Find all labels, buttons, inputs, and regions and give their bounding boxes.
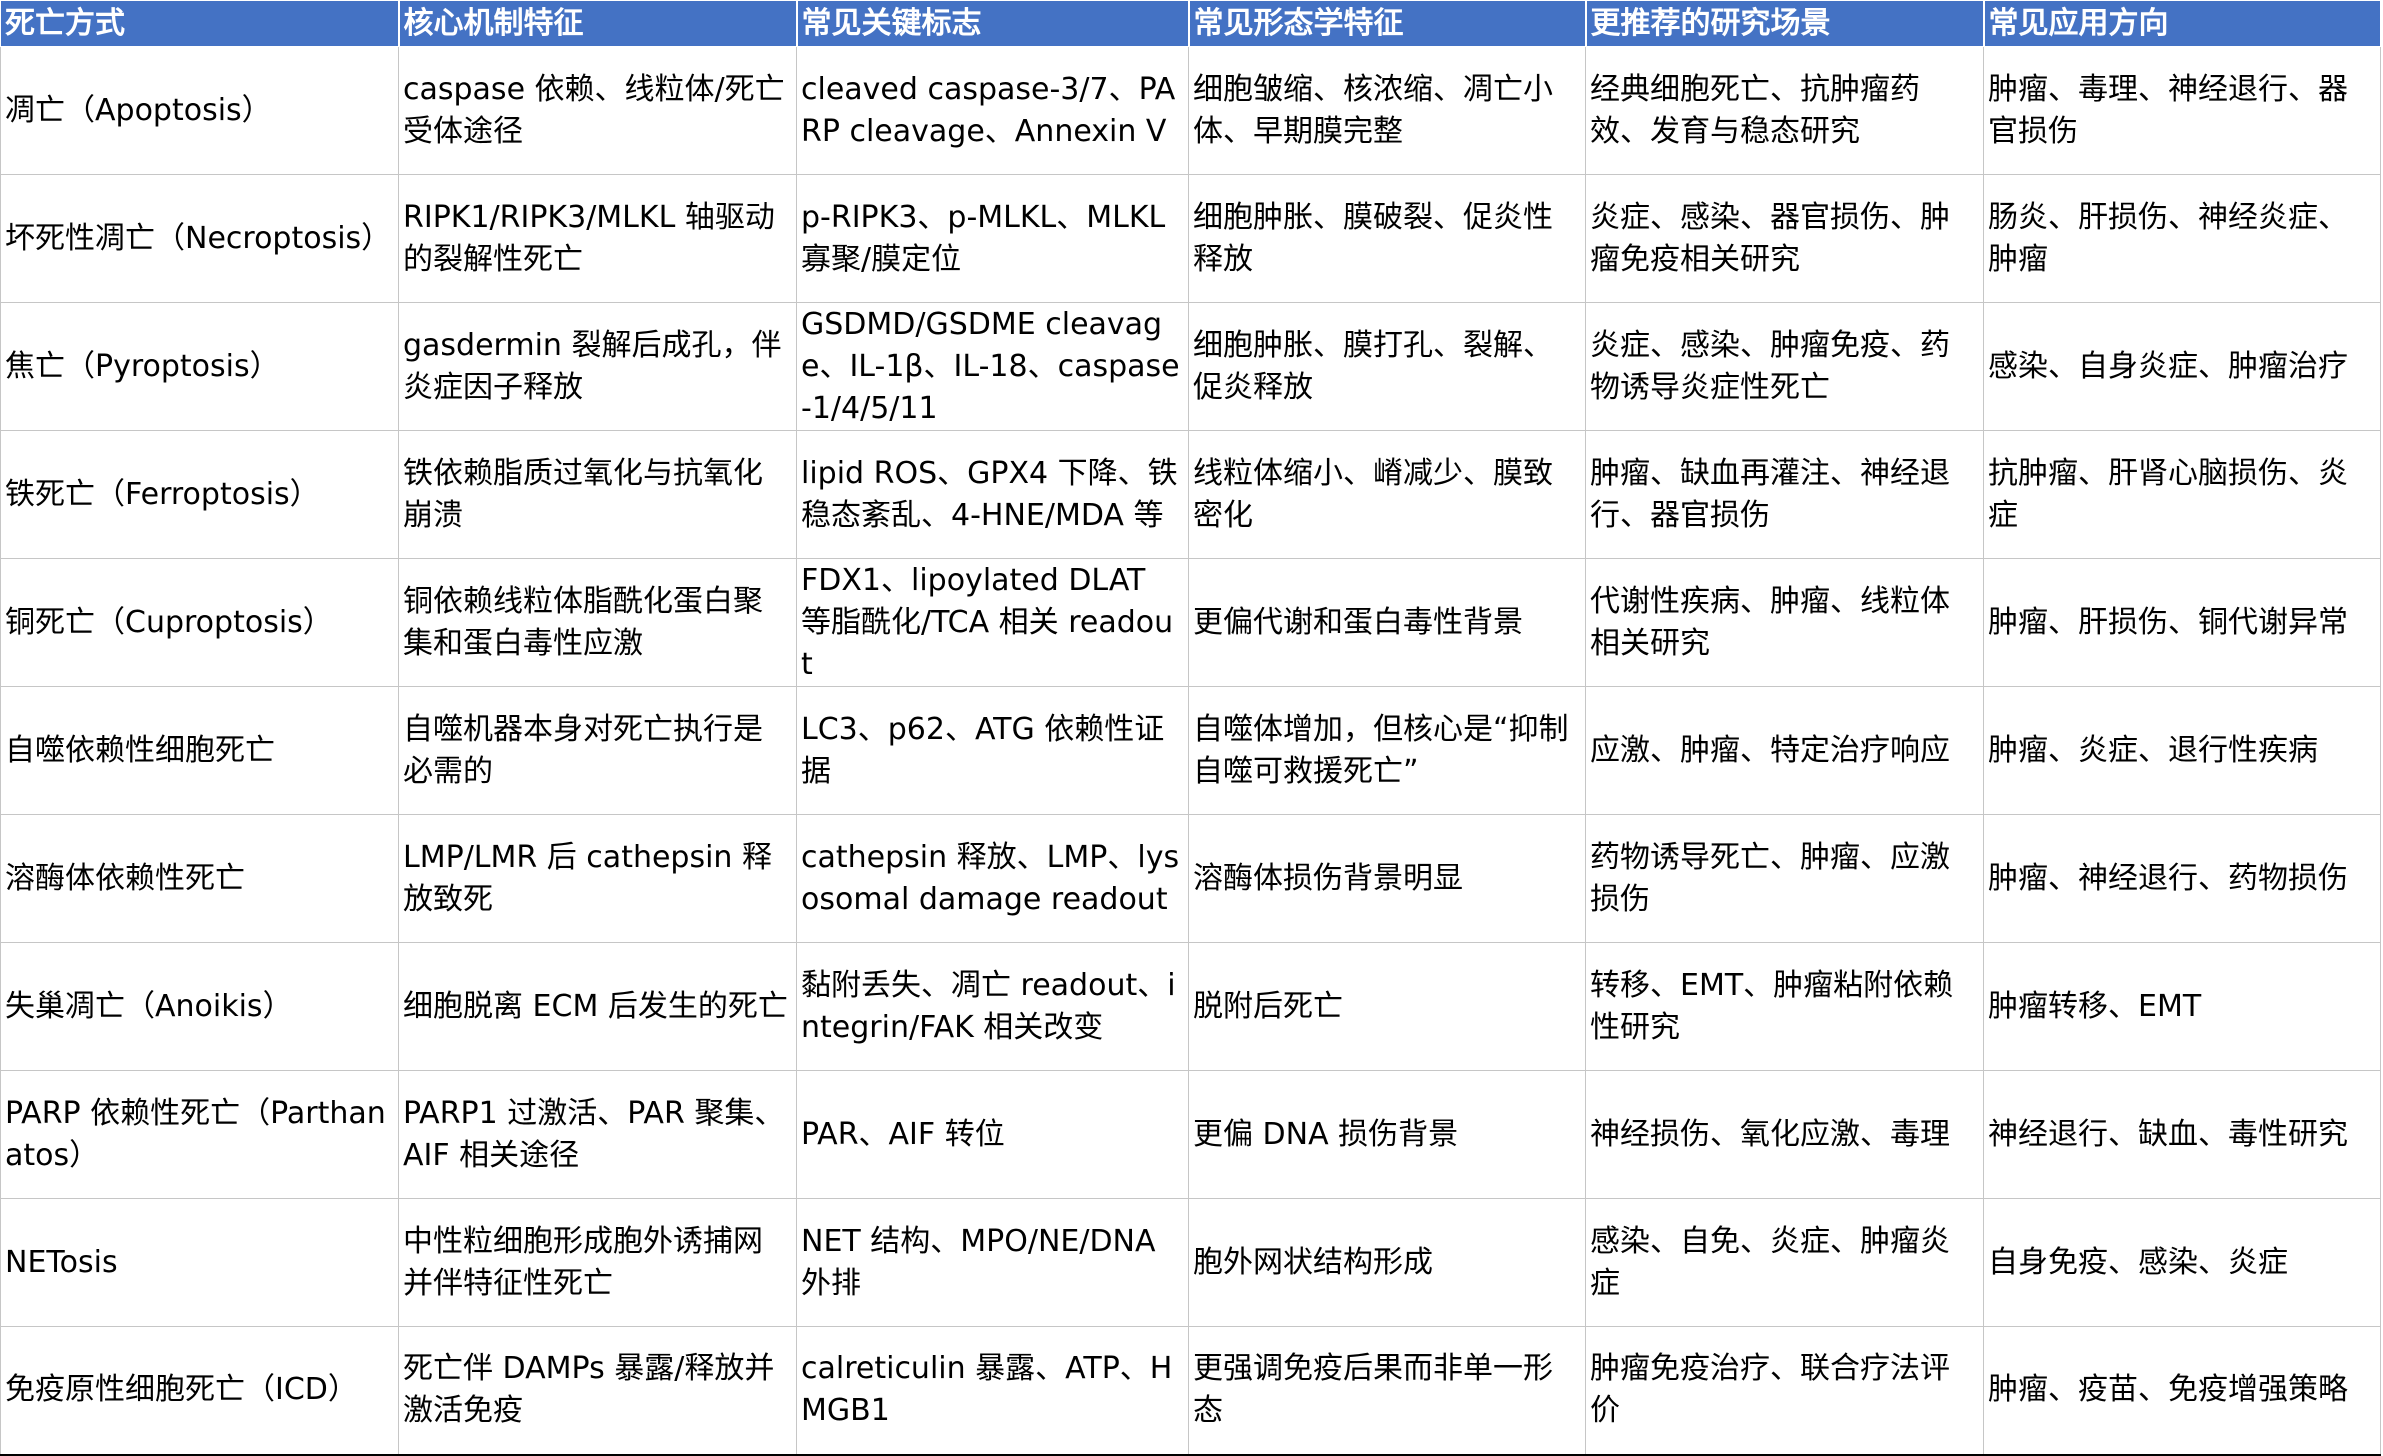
table-cell[interactable]: 线粒体缩小、嵴减少、膜致密化	[1188, 430, 1586, 559]
table-cell[interactable]: gasdermin 裂解后成孔，伴炎症因子释放	[398, 302, 797, 431]
table-cell[interactable]: 细胞皱缩、核浓缩、凋亡小体、早期膜完整	[1188, 46, 1586, 175]
table-cell[interactable]: 焦亡（Pyroptosis）	[0, 302, 399, 431]
table-cell[interactable]: 更偏代谢和蛋白毒性背景	[1188, 558, 1586, 687]
table-cell[interactable]: 经典细胞死亡、抗肿瘤药效、发育与稳态研究	[1585, 46, 1984, 175]
table-cell[interactable]: 应激、肿瘤、特定治疗响应	[1585, 686, 1984, 815]
table-cell[interactable]: 肿瘤、缺血再灌注、神经退行、器官损伤	[1585, 430, 1984, 559]
table-cell[interactable]: 中性粒细胞形成胞外诱捕网并伴特征性死亡	[398, 1198, 797, 1327]
table-cell[interactable]: PARP1 过激活、PAR 聚集、AIF 相关途径	[398, 1070, 797, 1199]
table-cell[interactable]: PARP 依赖性死亡（Parthanatos）	[0, 1070, 399, 1199]
table-row: 免疫原性细胞死亡（ICD） 死亡伴 DAMPs 暴露/释放并激活免疫 calre…	[0, 1326, 2381, 1456]
table-cell[interactable]: PAR、AIF 转位	[796, 1070, 1189, 1199]
table-cell[interactable]: 肿瘤、炎症、退行性疾病	[1983, 686, 2381, 815]
header-cell[interactable]: 死亡方式	[0, 0, 400, 47]
header-cell[interactable]: 核心机制特征	[398, 0, 798, 47]
header-cell[interactable]: 常见应用方向	[1983, 0, 2382, 47]
table-cell[interactable]: 抗肿瘤、肝肾心脑损伤、炎症	[1983, 430, 2381, 559]
table-cell[interactable]: 自身免疫、感染、炎症	[1983, 1198, 2381, 1327]
table-cell[interactable]: cleaved caspase-3/7、PARP cleavage、Annexi…	[796, 46, 1189, 175]
table-row: 坏死性凋亡（Necroptosis） RIPK1/RIPK3/MLKL 轴驱动的…	[0, 174, 2381, 303]
table-cell[interactable]: LC3、p62、ATG 依赖性证据	[796, 686, 1189, 815]
table-cell[interactable]: 铜依赖线粒体脂酰化蛋白聚集和蛋白毒性应激	[398, 558, 797, 687]
table-cell[interactable]: 铜死亡（Cuproptosis）	[0, 558, 399, 687]
table-cell[interactable]: 肠炎、肝损伤、神经炎症、肿瘤	[1983, 174, 2381, 303]
header-cell[interactable]: 常见关键标志	[796, 0, 1190, 47]
table-cell[interactable]: 更强调免疫后果而非单一形态	[1188, 1326, 1586, 1456]
table-cell[interactable]: 炎症、感染、器官损伤、肿瘤免疫相关研究	[1585, 174, 1984, 303]
header-cell[interactable]: 更推荐的研究场景	[1585, 0, 1985, 47]
table-row: 铜死亡（Cuproptosis） 铜依赖线粒体脂酰化蛋白聚集和蛋白毒性应激 FD…	[0, 558, 2381, 687]
table-cell[interactable]: 肿瘤、疫苗、免疫增强策略	[1983, 1326, 2381, 1456]
spreadsheet: 死亡方式 核心机制特征 常见关键标志 常见形态学特征 更推荐的研究场景 常见应用…	[0, 0, 2382, 1456]
table-cell[interactable]: LMP/LMR 后 cathepsin 释放致死	[398, 814, 797, 943]
table-cell[interactable]: 药物诱导死亡、肿瘤、应激损伤	[1585, 814, 1984, 943]
table-cell[interactable]: 神经退行、缺血、毒性研究	[1983, 1070, 2381, 1199]
header-row: 死亡方式 核心机制特征 常见关键标志 常见形态学特征 更推荐的研究场景 常见应用…	[0, 0, 2382, 47]
table-cell[interactable]: 胞外网状结构形成	[1188, 1198, 1586, 1327]
table-cell[interactable]: 肿瘤、神经退行、药物损伤	[1983, 814, 2381, 943]
table-row: 凋亡（Apoptosis） caspase 依赖、线粒体/死亡受体途径 clea…	[0, 46, 2381, 175]
table-cell[interactable]: 铁依赖脂质过氧化与抗氧化崩溃	[398, 430, 797, 559]
table-cell[interactable]: 自噬体增加，但核心是“抑制自噬可救援死亡”	[1188, 686, 1586, 815]
header-cell[interactable]: 常见形态学特征	[1188, 0, 1587, 47]
table-cell[interactable]: 黏附丢失、凋亡 readout、integrin/FAK 相关改变	[796, 942, 1189, 1071]
table-cell[interactable]: 感染、自身炎症、肿瘤治疗	[1983, 302, 2381, 431]
table-cell[interactable]: lipid ROS、GPX4 下降、铁稳态紊乱、4-HNE/MDA 等	[796, 430, 1189, 559]
table-cell[interactable]: NETosis	[0, 1198, 399, 1327]
table-cell[interactable]: 铁死亡（Ferroptosis）	[0, 430, 399, 559]
table-row: NETosis 中性粒细胞形成胞外诱捕网并伴特征性死亡 NET 结构、MPO/N…	[0, 1198, 2381, 1327]
table-cell[interactable]: 免疫原性细胞死亡（ICD）	[0, 1326, 399, 1456]
table-cell[interactable]: cathepsin 释放、LMP、lysosomal damage readou…	[796, 814, 1189, 943]
table-cell[interactable]: 细胞肿胀、膜打孔、裂解、促炎释放	[1188, 302, 1586, 431]
table-cell[interactable]: 溶酶体依赖性死亡	[0, 814, 399, 943]
table-cell[interactable]: 代谢性疾病、肿瘤、线粒体相关研究	[1585, 558, 1984, 687]
table-row: 焦亡（Pyroptosis） gasdermin 裂解后成孔，伴炎症因子释放 G…	[0, 302, 2381, 431]
table-cell[interactable]: 细胞脱离 ECM 后发生的死亡	[398, 942, 797, 1071]
table-cell[interactable]: 肿瘤、毒理、神经退行、器官损伤	[1983, 46, 2381, 175]
table-cell[interactable]: 肿瘤转移、EMT	[1983, 942, 2381, 1071]
table-row: 溶酶体依赖性死亡 LMP/LMR 后 cathepsin 释放致死 cathep…	[0, 814, 2381, 943]
table-cell[interactable]: 肿瘤免疫治疗、联合疗法评价	[1585, 1326, 1984, 1456]
table-cell[interactable]: 溶酶体损伤背景明显	[1188, 814, 1586, 943]
table-cell[interactable]: 感染、自免、炎症、肿瘤炎症	[1585, 1198, 1984, 1327]
table-cell[interactable]: 自噬依赖性细胞死亡	[0, 686, 399, 815]
table-cell[interactable]: 神经损伤、氧化应激、毒理	[1585, 1070, 1984, 1199]
table-cell[interactable]: 自噬机器本身对死亡执行是必需的	[398, 686, 797, 815]
table-cell[interactable]: 细胞肿胀、膜破裂、促炎性释放	[1188, 174, 1586, 303]
table-cell[interactable]: 转移、EMT、肿瘤粘附依赖性研究	[1585, 942, 1984, 1071]
table-row: PARP 依赖性死亡（Parthanatos） PARP1 过激活、PAR 聚集…	[0, 1070, 2381, 1199]
table-cell[interactable]: RIPK1/RIPK3/MLKL 轴驱动的裂解性死亡	[398, 174, 797, 303]
table-row: 铁死亡（Ferroptosis） 铁依赖脂质过氧化与抗氧化崩溃 lipid RO…	[0, 430, 2381, 559]
table-cell[interactable]: 更偏 DNA 损伤背景	[1188, 1070, 1586, 1199]
table-cell[interactable]: 脱附后死亡	[1188, 942, 1586, 1071]
table-cell[interactable]: GSDMD/GSDME cleavage、IL-1β、IL-18、caspase…	[796, 302, 1189, 431]
table-cell[interactable]: calreticulin 暴露、ATP、HMGB1	[796, 1326, 1189, 1456]
table-cell[interactable]: 凋亡（Apoptosis）	[0, 46, 399, 175]
table-row: 失巢凋亡（Anoikis） 细胞脱离 ECM 后发生的死亡 黏附丢失、凋亡 re…	[0, 942, 2381, 1071]
table-cell[interactable]: 死亡伴 DAMPs 暴露/释放并激活免疫	[398, 1326, 797, 1456]
table-cell[interactable]: NET 结构、MPO/NE/DNA 外排	[796, 1198, 1189, 1327]
cell-death-table: 死亡方式 核心机制特征 常见关键标志 常见形态学特征 更推荐的研究场景 常见应用…	[0, 0, 2382, 1456]
table-cell[interactable]: 炎症、感染、肿瘤免疫、药物诱导炎症性死亡	[1585, 302, 1984, 431]
table-row: 自噬依赖性细胞死亡 自噬机器本身对死亡执行是必需的 LC3、p62、ATG 依赖…	[0, 686, 2381, 815]
table-cell[interactable]: FDX1、lipoylated DLAT 等脂酰化/TCA 相关 readout	[796, 558, 1189, 687]
table-cell[interactable]: 肿瘤、肝损伤、铜代谢异常	[1983, 558, 2381, 687]
table-cell[interactable]: caspase 依赖、线粒体/死亡受体途径	[398, 46, 797, 175]
table-cell[interactable]: p-RIPK3、p-MLKL、MLKL 寡聚/膜定位	[796, 174, 1189, 303]
table-cell[interactable]: 坏死性凋亡（Necroptosis）	[0, 174, 399, 303]
table-cell[interactable]: 失巢凋亡（Anoikis）	[0, 942, 399, 1071]
